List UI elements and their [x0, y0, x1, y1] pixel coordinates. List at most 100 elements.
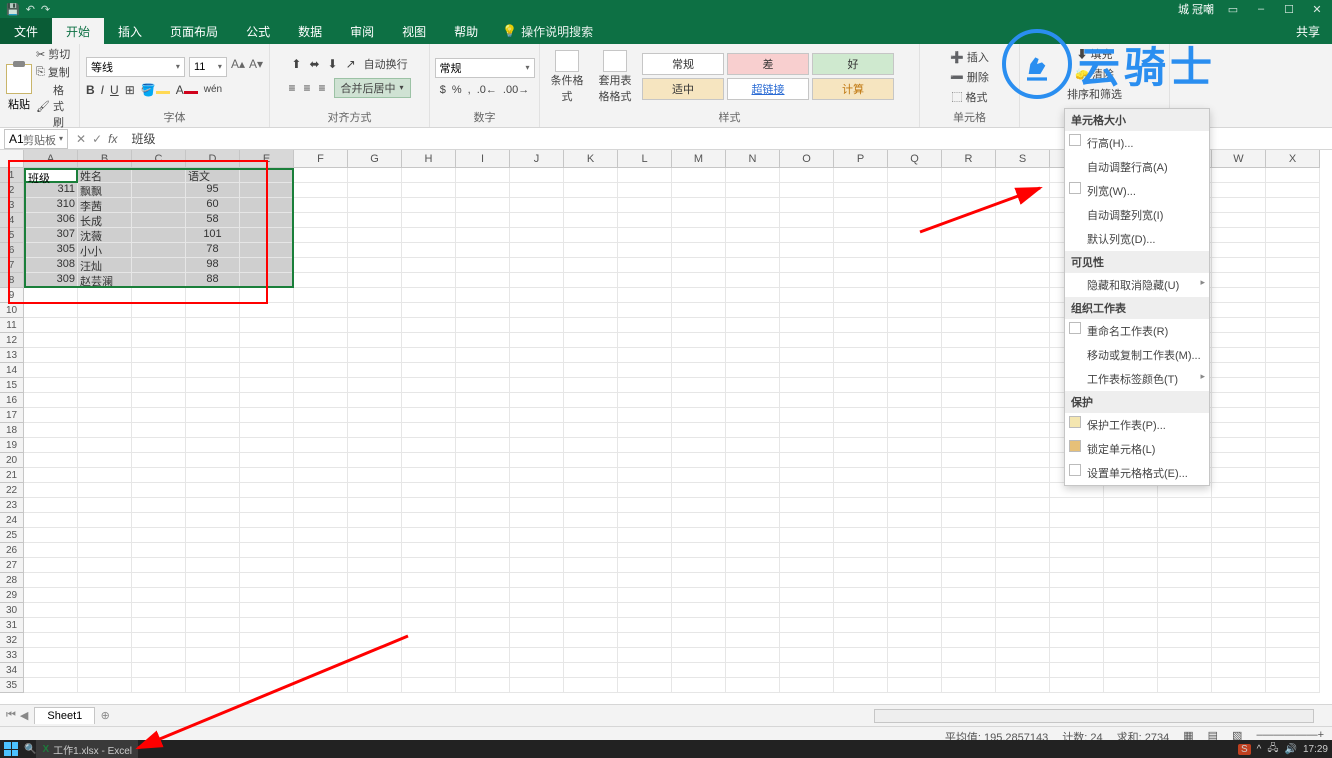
- cell[interactable]: [186, 498, 240, 513]
- cell[interactable]: [996, 483, 1050, 498]
- cell[interactable]: [186, 543, 240, 558]
- cell[interactable]: [402, 213, 456, 228]
- cell[interactable]: [996, 273, 1050, 288]
- cell[interactable]: 李茜: [78, 198, 132, 213]
- cell[interactable]: [1158, 633, 1212, 648]
- cell[interactable]: [618, 258, 672, 273]
- cell[interactable]: [402, 228, 456, 243]
- cell[interactable]: [888, 348, 942, 363]
- cell[interactable]: [618, 183, 672, 198]
- cell[interactable]: [942, 213, 996, 228]
- cell[interactable]: [996, 468, 1050, 483]
- cell[interactable]: [1104, 588, 1158, 603]
- cell[interactable]: [402, 318, 456, 333]
- row-header[interactable]: 25: [0, 528, 24, 543]
- cell[interactable]: [186, 603, 240, 618]
- format-cells-button[interactable]: ⬚ 格式: [951, 89, 987, 105]
- cell[interactable]: 78: [186, 243, 240, 258]
- cell[interactable]: [78, 603, 132, 618]
- cell[interactable]: [618, 618, 672, 633]
- cell[interactable]: [780, 288, 834, 303]
- cell[interactable]: [456, 438, 510, 453]
- cell[interactable]: [240, 168, 294, 183]
- cell[interactable]: [294, 258, 348, 273]
- cell[interactable]: [294, 393, 348, 408]
- cell[interactable]: [402, 603, 456, 618]
- font-name-combo[interactable]: 等线▾: [86, 57, 185, 77]
- cell[interactable]: [672, 183, 726, 198]
- cell[interactable]: [240, 603, 294, 618]
- cell[interactable]: [1212, 168, 1266, 183]
- cell[interactable]: [1158, 648, 1212, 663]
- cell[interactable]: [24, 543, 78, 558]
- cell[interactable]: [672, 573, 726, 588]
- cell[interactable]: [24, 633, 78, 648]
- cell[interactable]: [780, 228, 834, 243]
- cell[interactable]: [402, 513, 456, 528]
- row-header[interactable]: 29: [0, 588, 24, 603]
- cell[interactable]: [132, 573, 186, 588]
- cell[interactable]: [888, 288, 942, 303]
- cell[interactable]: [456, 573, 510, 588]
- cell[interactable]: [942, 648, 996, 663]
- cell[interactable]: [996, 663, 1050, 678]
- cell[interactable]: [888, 663, 942, 678]
- cell[interactable]: [240, 498, 294, 513]
- cell[interactable]: [1104, 513, 1158, 528]
- align-middle-icon[interactable]: ⬌: [309, 57, 319, 71]
- cell[interactable]: [240, 333, 294, 348]
- cell[interactable]: [132, 228, 186, 243]
- wrap-text-button[interactable]: 自动换行: [364, 56, 408, 72]
- cell[interactable]: [294, 663, 348, 678]
- cell[interactable]: [294, 648, 348, 663]
- column-header[interactable]: J: [510, 150, 564, 168]
- cell[interactable]: [618, 378, 672, 393]
- cell[interactable]: [186, 528, 240, 543]
- cell[interactable]: [834, 573, 888, 588]
- cell[interactable]: [348, 303, 402, 318]
- sheet-tab[interactable]: Sheet1: [34, 707, 95, 724]
- cell[interactable]: [294, 498, 348, 513]
- cell[interactable]: [780, 588, 834, 603]
- cell[interactable]: [942, 318, 996, 333]
- row-header[interactable]: 16: [0, 393, 24, 408]
- cell[interactable]: [672, 273, 726, 288]
- insert-cells-button[interactable]: ➕ 插入: [950, 49, 989, 65]
- cell[interactable]: [240, 198, 294, 213]
- cell[interactable]: [996, 558, 1050, 573]
- cell[interactable]: [888, 468, 942, 483]
- cell[interactable]: [942, 393, 996, 408]
- cell[interactable]: [726, 363, 780, 378]
- cell[interactable]: [834, 618, 888, 633]
- cell[interactable]: [1104, 558, 1158, 573]
- cell[interactable]: [1266, 213, 1320, 228]
- cell[interactable]: [402, 333, 456, 348]
- cell[interactable]: [780, 168, 834, 183]
- column-header[interactable]: S: [996, 150, 1050, 168]
- cell[interactable]: [132, 603, 186, 618]
- row-header[interactable]: 23: [0, 498, 24, 513]
- cell[interactable]: [726, 528, 780, 543]
- cell[interactable]: [618, 528, 672, 543]
- cell[interactable]: [456, 348, 510, 363]
- cell[interactable]: [888, 678, 942, 693]
- row-header[interactable]: 27: [0, 558, 24, 573]
- cell[interactable]: [24, 423, 78, 438]
- cell[interactable]: [1212, 333, 1266, 348]
- cell[interactable]: [564, 183, 618, 198]
- cell[interactable]: [1266, 603, 1320, 618]
- menu-rename-sheet[interactable]: 重命名工作表(R): [1065, 319, 1209, 343]
- cell[interactable]: [1266, 378, 1320, 393]
- cell[interactable]: [402, 618, 456, 633]
- cell[interactable]: [726, 198, 780, 213]
- enter-formula-icon[interactable]: ✓: [92, 132, 102, 146]
- cell[interactable]: [456, 498, 510, 513]
- cell[interactable]: [510, 468, 564, 483]
- cell[interactable]: [672, 258, 726, 273]
- cell[interactable]: [1050, 588, 1104, 603]
- cell[interactable]: [726, 228, 780, 243]
- cell[interactable]: [402, 468, 456, 483]
- cell[interactable]: [888, 363, 942, 378]
- cell[interactable]: [834, 528, 888, 543]
- cell[interactable]: [996, 543, 1050, 558]
